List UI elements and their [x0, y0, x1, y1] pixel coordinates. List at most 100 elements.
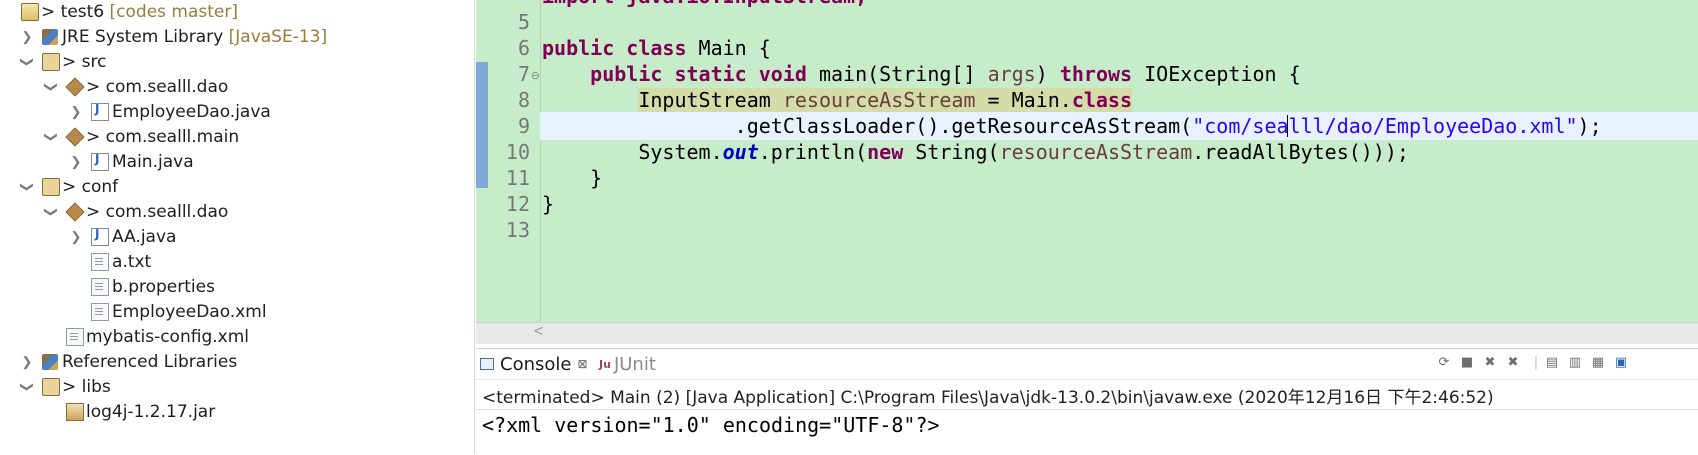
tree-item-src[interactable]: ❯ > src [0, 48, 474, 75]
chevron-right-icon[interactable]: ❯ [21, 354, 33, 370]
tree-item-conf[interactable]: ❯ > conf [0, 173, 474, 200]
tree-item-file[interactable]: b.properties [0, 273, 474, 300]
tab-label: Console [500, 353, 572, 375]
close-icon[interactable]: ⊠ [577, 357, 587, 371]
tree-item-label: com.sealll.main [105, 126, 240, 147]
line-number: 10 [505, 140, 530, 164]
package-icon [65, 201, 85, 222]
code-line-11[interactable]: } [540, 164, 1698, 192]
line-number-gutter: 5 6 7 ⊖ 8 9 10 11 12 13 [490, 0, 541, 322]
chevron-down-icon[interactable]: ❯ [19, 181, 35, 193]
line-number: 13 [505, 218, 530, 242]
jre-decoration: [JavaSE-13] [228, 26, 328, 47]
tree-item-libs[interactable]: ❯ > libs [0, 373, 474, 400]
line-number: 5 [517, 10, 530, 34]
tree-item-file[interactable]: mybatis-config.xml [0, 323, 474, 350]
package-icon [65, 126, 85, 147]
chevron-down-icon[interactable]: ❯ [19, 381, 35, 393]
tree-item-package[interactable]: ❯ > com.sealll.dao [0, 198, 474, 225]
console-status-line: <terminated> Main (2) [Java Application]… [482, 388, 1494, 408]
remove-launch-icon[interactable]: ✖ [1482, 355, 1498, 371]
word-wrap-icon[interactable]: ▦ [1590, 355, 1606, 371]
tab-console[interactable]: Console ⊠ [480, 352, 588, 376]
tree-item-file[interactable]: EmployeeDao.xml [0, 298, 474, 325]
chevron-right-icon[interactable]: ❯ [70, 229, 82, 245]
tree-item-file[interactable]: ❯ EmployeeDao.java [0, 98, 474, 125]
code-line-10[interactable]: System.out.println(new String(resourceAs… [540, 138, 1698, 166]
code-line-6[interactable]: public class Main { [540, 34, 1698, 62]
tree-item-file[interactable]: a.txt [0, 248, 474, 275]
tab-junit[interactable]: Ju JUnit [599, 352, 656, 376]
code-line-8[interactable]: InputStream resourceAsStream = Main.clas… [540, 86, 1698, 114]
java-file-icon [91, 227, 109, 246]
chevron-right-icon[interactable]: ❯ [70, 104, 82, 120]
console-view: Console ⊠ Ju JUnit ⟳ ■ ✖ ✖ | ▤ ▥ ▦ ▣ <te… [476, 348, 1698, 455]
tree-item-label: Referenced Libraries [62, 351, 238, 372]
tree-item-project[interactable]: > test6 [codes master] [0, 0, 474, 25]
scroll-lock-icon[interactable]: ▥ [1567, 355, 1583, 371]
code-area[interactable]: import java.io.InputStream; public class… [540, 0, 1698, 322]
code-editor[interactable]: 5 6 7 ⊖ 8 9 10 11 12 13 import java.io.I… [476, 0, 1698, 344]
tree-item-file[interactable]: ❯ Main.java [0, 148, 474, 175]
line-number: 11 [505, 166, 530, 190]
java-file-icon [91, 102, 109, 121]
text-file-icon [91, 252, 109, 271]
horizontal-scrollbar[interactable]: < [476, 322, 1698, 344]
tree-item-label: conf [81, 176, 119, 197]
tree-item-package[interactable]: ❯ > com.sealll.main [0, 123, 474, 150]
tree-item-label: com.sealll.dao [105, 76, 229, 97]
tree-item-label: com.sealll.dao [105, 201, 229, 222]
terminate-icon[interactable]: ■ [1459, 355, 1475, 371]
chevron-down-icon[interactable]: ❯ [43, 131, 59, 143]
clear-console-icon[interactable]: ▤ [1544, 355, 1560, 371]
project-icon [21, 2, 39, 21]
chevron-down-icon[interactable]: ❯ [43, 206, 59, 218]
chevron-down-icon[interactable]: ❯ [19, 56, 35, 68]
overview-ruler [476, 0, 490, 322]
tree-item-jar[interactable]: log4j-1.2.17.jar [0, 398, 474, 425]
chevron-right-icon[interactable]: ❯ [70, 154, 82, 170]
folder-icon [42, 377, 60, 396]
xml-file-icon [66, 327, 84, 346]
pin-console-icon[interactable]: ⟳ [1436, 355, 1452, 371]
tree-item-label: b.properties [112, 276, 215, 297]
tree-item-label: a.txt [112, 251, 152, 272]
line-number: 12 [505, 192, 530, 216]
scroll-left-arrow-icon[interactable]: < [534, 323, 543, 341]
line-number: 9 [517, 114, 530, 138]
remove-all-terminated-icon[interactable]: ✖ [1505, 355, 1521, 371]
code-line-13[interactable] [540, 216, 1698, 244]
library-icon [42, 353, 58, 370]
code-line-5[interactable] [540, 8, 1698, 36]
text-caret [1287, 115, 1288, 137]
tree-item-package[interactable]: ❯ > com.sealll.dao [0, 73, 474, 100]
chevron-right-icon[interactable]: ❯ [21, 29, 33, 45]
fold-collapse-icon[interactable]: ⊖ [531, 69, 540, 82]
tree-item-file[interactable]: ❯ AA.java [0, 223, 474, 250]
tree-item-label: mybatis-config.xml [86, 326, 249, 347]
java-file-icon [91, 152, 109, 171]
code-line-9-current[interactable]: .getClassLoader().getResourceAsStream("c… [540, 112, 1698, 140]
package-explorer: > test6 [codes master] ❯ JRE System Libr… [0, 0, 475, 454]
console-tab-bar: Console ⊠ Ju JUnit ⟳ ■ ✖ ✖ | ▤ ▥ ▦ ▣ [476, 349, 1698, 380]
line-number: 8 [517, 88, 530, 112]
xml-file-icon [91, 302, 109, 321]
jar-file-icon [66, 402, 84, 421]
code-line-12[interactable]: } [540, 190, 1698, 218]
chevron-down-icon[interactable]: ❯ [43, 81, 59, 93]
console-output[interactable]: <?xml version="1.0" encoding="UTF-8"?> [482, 413, 940, 437]
tree-item-jre[interactable]: ❯ JRE System Library [JavaSE-13] [0, 23, 474, 50]
package-icon [65, 76, 85, 97]
ruler-selection-mark [476, 62, 488, 188]
tree-item-label: test6 [60, 1, 105, 22]
console-divider [476, 409, 1698, 410]
text-file-icon [91, 277, 109, 296]
tree-item-label: log4j-1.2.17.jar [86, 401, 216, 422]
tree-item-referenced-libraries[interactable]: ❯ Referenced Libraries [0, 348, 474, 375]
tree-item-label: EmployeeDao.java [112, 101, 271, 122]
code-line-7[interactable]: public static void main(String[] args) t… [540, 60, 1698, 88]
source-folder-icon [42, 177, 60, 196]
tree-item-label: src [81, 51, 107, 72]
junit-icon: Ju [599, 357, 611, 371]
display-console-icon[interactable]: ▣ [1613, 355, 1629, 371]
